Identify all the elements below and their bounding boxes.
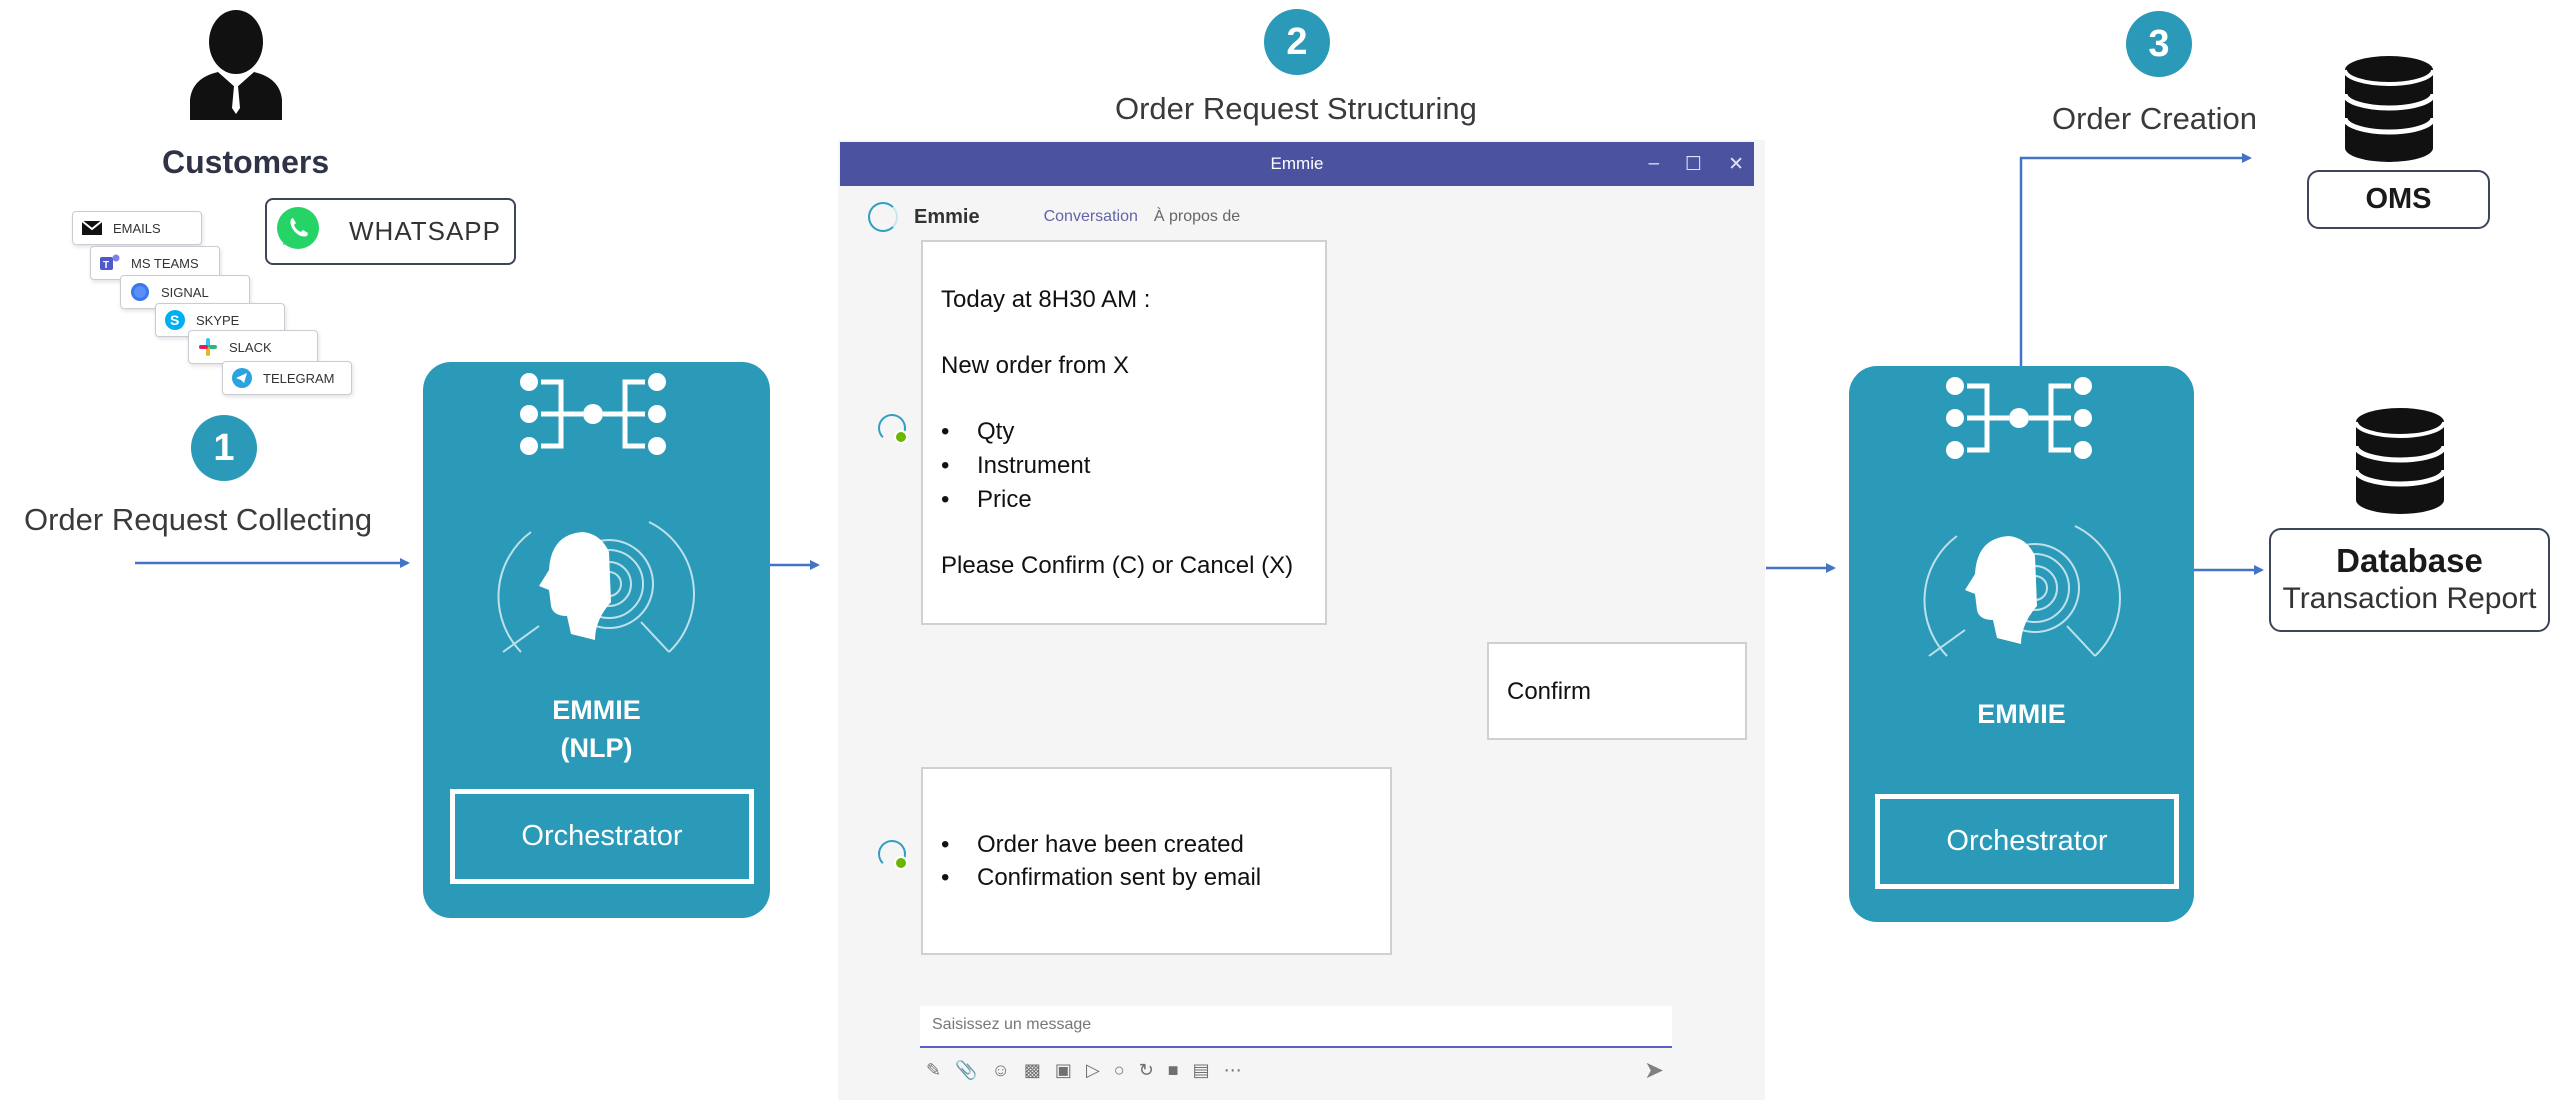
bot-name: Emmie (914, 205, 980, 228)
message-bullet: • Order have been created (941, 831, 1244, 858)
whatsapp-icon (275, 205, 321, 258)
customers-title: Customers (162, 144, 330, 180)
channel-label: SKYPE (196, 312, 240, 328)
arrow-emmie-to-oms (2019, 153, 2252, 366)
step-2-title: Order Request Structuring (1115, 91, 1477, 126)
channel-slack: SLACK (188, 330, 318, 364)
meet-icon[interactable]: ▷ (1086, 1060, 1100, 1081)
database-box: Database Transaction Report (2269, 528, 2550, 632)
whatsapp-label: WHATSAPP (349, 216, 501, 246)
channel-label: SLACK (229, 339, 272, 355)
format-icon[interactable]: ✎ (926, 1060, 941, 1081)
bot-avatar (868, 202, 898, 232)
email-icon (81, 217, 103, 239)
window-titlebar: Emmie – ☐ ✕ (840, 142, 1754, 186)
sticker-icon[interactable]: ▣ (1055, 1060, 1072, 1081)
bot-message-avatar (878, 840, 908, 870)
bot-message-confirmation: • Order have been created • Confirmation s… (921, 767, 1392, 955)
message-bullet: • Instrument (941, 452, 1091, 479)
maximize-icon[interactable]: ☐ (1685, 153, 1702, 176)
ai-head-icon (497, 521, 695, 653)
send-icon[interactable]: ➤ (1644, 1056, 1664, 1085)
reply-text: Confirm (1507, 678, 1592, 705)
message-line: Please Confirm (C) or Cancel (X) (941, 552, 1294, 579)
emoji-icon[interactable]: ☺ (992, 1060, 1010, 1081)
message-bullet: • Price (941, 486, 1032, 513)
slack-icon (197, 336, 219, 358)
step-2-badge: 2 (1264, 9, 1330, 75)
attach-icon[interactable]: 📎 (955, 1060, 977, 1081)
message-line: New order from X (941, 352, 1130, 379)
ai-head-icon (1923, 525, 2121, 657)
compose-toolbar: ✎ 📎 ☺ ▩ ▣ ▷ ○ ↻ ■ ▤ ⋯ (926, 1060, 1242, 1081)
channel-label: SIGNAL (161, 284, 209, 300)
emmie-nlp-card: EMMIE (NLP) Orchestrator (423, 362, 770, 918)
oms-box: OMS (2307, 170, 2490, 229)
step-3-badge: 3 (2126, 11, 2192, 77)
step-3-title: Order Creation (2052, 101, 2258, 136)
emmie-card: EMMIE Orchestrator (1849, 366, 2194, 922)
emmie-subtitle: (NLP) (560, 733, 633, 763)
emmie-name: EMMIE (552, 695, 641, 725)
customer-person-icon (190, 10, 282, 120)
tab-conversation[interactable]: Conversation (1044, 208, 1138, 226)
minimize-icon[interactable]: – (1648, 153, 1659, 175)
gif-icon[interactable]: ▩ (1024, 1060, 1041, 1081)
channel-telegram: TELEGRAM (222, 361, 352, 395)
message-bullet: • Confirmation sent by email (941, 864, 1262, 891)
emmie-name: EMMIE (1977, 699, 2066, 729)
database-subtitle: Transaction Report (2282, 582, 2537, 615)
step-1-badge: 1 (191, 415, 257, 481)
svg-text:T: T (103, 260, 109, 271)
tab-about[interactable]: À propos de (1154, 208, 1240, 226)
orchestrator-button[interactable]: Orchestrator (1875, 794, 2179, 889)
signal-icon (129, 281, 151, 303)
message-compose-input[interactable]: Saisissez un message (920, 1006, 1672, 1048)
message-line: Today at 8H30 AM : (941, 286, 1151, 313)
note-icon[interactable]: ▤ (1193, 1060, 1210, 1081)
bot-message-avatar (878, 414, 908, 444)
telegram-icon (231, 367, 253, 389)
channel-email: EMAILS (72, 211, 202, 245)
close-icon[interactable]: ✕ (1728, 153, 1744, 176)
channel-label: TELEGRAM (263, 370, 335, 386)
more-options-icon[interactable]: ⋯ (1224, 1060, 1242, 1081)
orchestrator-button[interactable]: Orchestrator (450, 789, 754, 884)
praise-icon[interactable]: ○ (1114, 1060, 1125, 1081)
app-icon[interactable]: ■ (1168, 1060, 1179, 1081)
workflow-icon (1946, 377, 2092, 459)
msteams-icon: T (99, 252, 121, 274)
database-icon (2354, 408, 2446, 514)
channel-label: MS TEAMS (131, 255, 199, 271)
svg-text:S: S (170, 312, 179, 328)
channel-whatsapp: WHATSAPP (265, 198, 516, 265)
channel-label: EMAILS (113, 220, 161, 236)
step-1-title: Order Request Collecting (24, 502, 373, 537)
loop-icon[interactable]: ↻ (1139, 1060, 1154, 1081)
workflow-icon (520, 373, 666, 455)
chat-header: Emmie Conversation À propos de (868, 202, 1240, 232)
window-title: Emmie (1270, 154, 1324, 173)
user-reply-message: Confirm (1487, 642, 1747, 740)
skype-icon: S (164, 309, 186, 331)
database-title: Database (2336, 542, 2483, 579)
teams-chat-window: Emmie – ☐ ✕ Emmie Conversation À propos … (838, 140, 1765, 1100)
oms-database-icon (2343, 56, 2435, 162)
message-bullet: • Qty (941, 418, 1015, 445)
bot-message-order: Today at 8H30 AM : New order from X • Qty… (921, 240, 1327, 625)
